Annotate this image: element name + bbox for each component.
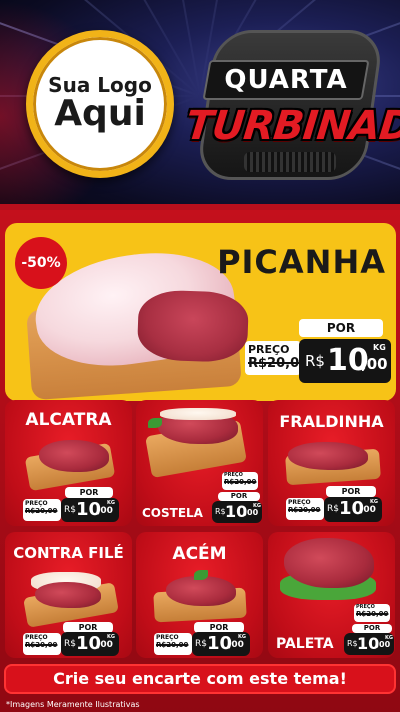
currency: R$	[64, 505, 76, 515]
preco-label: PREÇO	[288, 499, 311, 506]
badge-line-2: TURBINADA	[183, 103, 400, 149]
new-price-box: R$ 10 ,00 KG	[192, 632, 250, 656]
preco-label: PREÇO	[248, 343, 290, 356]
product-name: CONTRA FILÉ	[13, 544, 124, 562]
price-decimal: ,00	[244, 508, 259, 517]
price-decimal: ,00	[97, 506, 113, 516]
old-price: R$20,00	[356, 610, 389, 618]
currency: R$	[64, 639, 76, 649]
badge-grill-icon	[244, 152, 336, 172]
disclaimer-text: *Imagens Meramente Ilustrativas	[6, 700, 140, 709]
featured-product-name: PICANHA	[217, 243, 386, 281]
currency: R$	[195, 639, 207, 649]
currency: R$	[327, 504, 339, 514]
old-price: R$20,00	[25, 507, 58, 515]
new-price-box: R$ 10 ,00 KG	[61, 632, 119, 656]
contra-file-image	[35, 582, 101, 608]
product-name: COSTELA	[142, 506, 203, 520]
price-unit: KG	[370, 499, 378, 505]
product-name: ACÉM	[172, 544, 227, 564]
herb-icon	[148, 418, 162, 428]
new-price-box: R$ 10 ,00 KG	[61, 498, 119, 522]
fraldinha-image	[288, 442, 368, 470]
store-logo: Sua Logo Aqui	[26, 30, 174, 178]
new-price-box: R$ 10 ,00 KG	[212, 501, 262, 523]
price-unit: KG	[238, 634, 246, 640]
product-card-alcatra[interactable]: ALCATRA POR PREÇO R$20,00 R$ 10 ,00 KG	[5, 400, 132, 526]
header-banner: Sua Logo Aqui QUARTA TURBINADA	[0, 0, 400, 212]
old-price: R$20,00	[288, 506, 321, 514]
alcatra-image	[39, 440, 109, 472]
price-decimal: ,00	[97, 640, 113, 650]
price-unit: KG	[253, 503, 261, 509]
price-decimal: ,00	[361, 355, 388, 373]
old-price-box: PREÇO R$20,00	[23, 499, 61, 521]
herb-icon	[194, 570, 208, 580]
new-price-box: R$ 10 ,00 KG	[299, 339, 391, 383]
old-price-box: PREÇO R$20,00	[245, 341, 309, 375]
preco-label: PREÇO	[156, 634, 179, 641]
price-unit: KG	[373, 343, 386, 352]
logo-line-2: Aqui	[54, 93, 146, 135]
promo-badge: QUARTA TURBINADA	[183, 30, 400, 180]
featured-price-tag: POR PREÇO R$20,00 R$ 10 ,00 KG	[241, 319, 391, 391]
old-price: R$20,00	[248, 356, 309, 371]
product-name: FRALDINHA	[279, 412, 384, 431]
price-unit: KG	[385, 635, 393, 641]
discount-badge: -50%	[15, 237, 67, 289]
product-card-costela[interactable]: COSTELA PREÇO R$20,00 POR R$ 10 ,00 KG	[136, 400, 263, 526]
price-decimal: ,00	[360, 505, 376, 515]
offers-section: -50% PICANHA POR PREÇO R$20,00 R$ 10 ,00…	[0, 210, 400, 712]
price-unit: KG	[107, 500, 115, 506]
product-card-contra-file[interactable]: CONTRA FILÉ POR PREÇO R$20,00 R$ 10 ,00 …	[5, 532, 132, 658]
product-name: ALCATRA	[25, 410, 112, 430]
preco-label: PREÇO	[25, 634, 48, 641]
por-label: POR	[65, 487, 113, 498]
product-name: PALETA	[276, 636, 334, 652]
price-unit: KG	[107, 634, 115, 640]
product-card-fraldinha[interactable]: FRALDINHA POR PREÇO R$20,00 R$ 10 ,00 KG	[268, 400, 395, 526]
old-price: R$20,00	[25, 641, 58, 649]
new-price-box: R$ 10 ,00 KG	[324, 497, 382, 522]
currency: R$	[305, 352, 325, 370]
old-price-box: PREÇO R$20,00	[354, 604, 390, 622]
por-label: POR	[352, 624, 392, 633]
paleta-image	[284, 538, 374, 588]
old-price: R$20,00	[224, 478, 257, 486]
preco-label: PREÇO	[25, 500, 48, 507]
product-card-paleta[interactable]: PALETA PREÇO R$20,00 POR R$ 10 ,00 KG	[268, 532, 395, 658]
old-price-box: PREÇO R$20,00	[286, 498, 324, 520]
price-decimal: ,00	[376, 640, 391, 649]
por-label: POR	[299, 319, 383, 337]
acem-image	[166, 576, 236, 606]
cta-button[interactable]: Crie seu encarte com este tema!	[4, 664, 396, 694]
por-label: POR	[218, 492, 260, 501]
featured-product-card[interactable]: -50% PICANHA POR PREÇO R$20,00 R$ 10 ,00…	[5, 223, 396, 401]
badge-line-1: QUARTA	[224, 65, 348, 95]
product-card-acem[interactable]: ACÉM POR PREÇO R$20,00 R$ 10 ,00 KG	[136, 532, 263, 658]
logo-line-1: Sua Logo	[48, 73, 152, 98]
new-price-box: R$ 10 ,00 KG	[344, 633, 394, 655]
old-price-box: PREÇO R$20,00	[154, 633, 192, 655]
old-price: R$20,00	[156, 641, 189, 649]
price-decimal: ,00	[228, 640, 244, 650]
old-price-box: PREÇO R$20,00	[23, 633, 61, 655]
por-label: POR	[326, 486, 376, 497]
old-price-box: PREÇO R$20,00	[222, 472, 258, 490]
